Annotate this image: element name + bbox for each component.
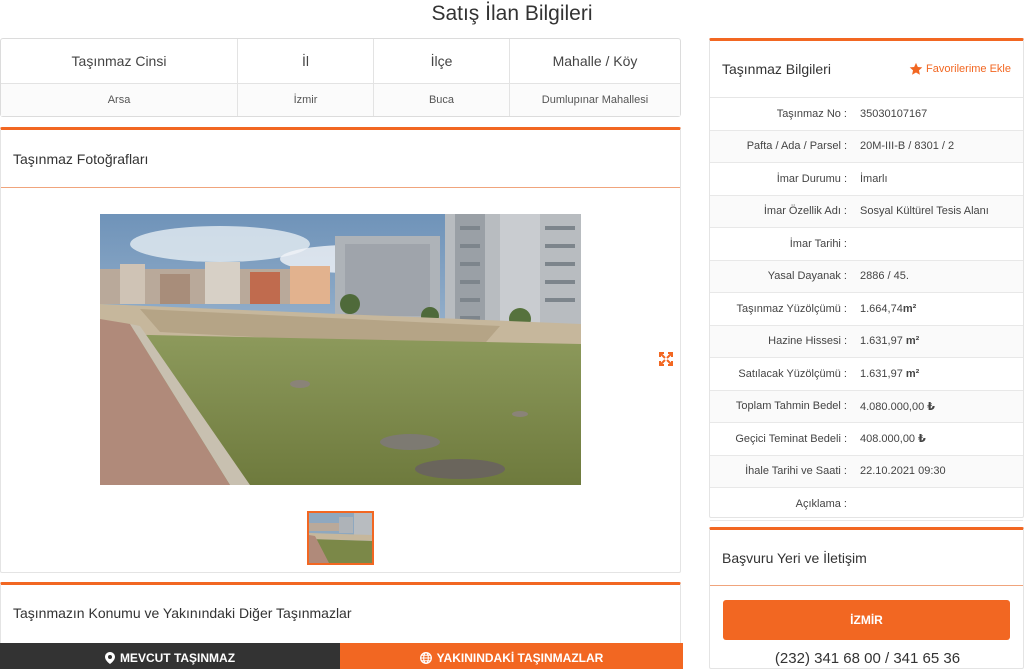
info-value: 1.631,97 m² (860, 335, 1023, 347)
info-value-text: 22.10.2021 09:30 (860, 465, 946, 478)
info-value-text: 4.080.000,00 (860, 400, 928, 413)
info-value: 22.10.2021 09:30 (860, 465, 1023, 477)
info-row: İmar Durumu : İmarlı (710, 163, 1023, 196)
info-value-unit: m² (902, 302, 917, 315)
expand-icon[interactable] (659, 352, 673, 366)
cell-property-type: Arsa (1, 84, 238, 116)
header-district: İlçe (374, 39, 510, 83)
location-title: Taşınmazın Konumu ve Yakınındaki Diğer T… (13, 605, 352, 621)
photos-card: Taşınmaz Fotoğrafları (0, 127, 681, 573)
info-value-text: İmarlı (860, 172, 888, 185)
header-province: İl (238, 39, 374, 83)
property-info-card: Taşınmaz Bilgileri Favorilerime Ekle Taş… (709, 38, 1024, 521)
info-header: Taşınmaz Bilgileri Favorilerime Ekle (710, 41, 1023, 98)
info-value: 20M-III-B / 8301 / 2 (860, 140, 1023, 152)
cell-district: Buca (374, 84, 510, 116)
info-key: Pafta / Ada / Parsel : (746, 140, 847, 153)
info-value-unit: ₺ (927, 400, 935, 413)
info-key: İmar Durumu : (776, 172, 847, 185)
star-icon (909, 62, 923, 75)
table-header-row: Taşınmaz Cinsi İl İlçe Mahalle / Köy (1, 39, 680, 84)
info-value: 1.631,97 m² (860, 368, 1023, 380)
info-value-unit: ₺ (918, 433, 926, 446)
header-neighborhood: Mahalle / Köy (552, 53, 638, 69)
info-row: Taşınmaz Yüzölçümü : 1.664,74m² (710, 293, 1023, 326)
info-value: 408.000,00 ₺ (860, 432, 1023, 445)
phone-number: (232) 341 68 00 / 341 65 36 (774, 650, 961, 667)
info-title: Taşınmaz Bilgileri (722, 61, 831, 77)
info-row: Hazine Hissesi : 1.631,97 m² (710, 325, 1023, 358)
info-key: İmar Özellik Adı : (763, 205, 847, 218)
info-row: Satılacak Yüzölçümü : 1.631,97 m² (710, 358, 1023, 391)
header-property-type: Taşınmaz Cinsi (1, 39, 238, 83)
info-value: 1.664,74m² (860, 303, 1023, 315)
map-pin-icon (104, 652, 115, 664)
info-value: 4.080.000,00 ₺ (860, 400, 1023, 413)
cell-province: İzmir (238, 84, 374, 116)
info-key: Açıklama : (795, 497, 847, 510)
info-key: Toplam Tahmin Bedel : (735, 400, 847, 413)
info-key: Taşınmaz No : (776, 107, 847, 120)
table-row: Arsa İzmir Buca Dumlupınar Mahallesi (1, 84, 680, 116)
photo-thumbnail[interactable] (307, 511, 374, 565)
info-rows: Taşınmaz No : 35030107167 Pafta / Ada / Pa… (710, 98, 1023, 521)
city-button[interactable]: İZMİR (723, 600, 1010, 640)
info-value-text: 35030107167 (860, 107, 928, 120)
info-value: 35030107167 (860, 108, 1023, 120)
page-title: Satış İlan Bilgileri (431, 2, 593, 25)
info-key: Satılacak Yüzölçümü : (738, 367, 847, 380)
info-value-unit: m² (905, 335, 920, 348)
info-row: Pafta / Ada / Parsel : 20M-III-B / 8301 /… (710, 130, 1023, 163)
info-row: Geçici Teminat Bedeli : 408.000,00 ₺ (710, 423, 1023, 456)
info-row: Açıklama : (710, 488, 1023, 521)
favorite-label: Favorilerime Ekle (926, 63, 1011, 75)
cell-neighborhood: Dumlupınar Mahallesi (541, 94, 649, 106)
thumbnail-image (309, 513, 372, 563)
photos-title: Taşınmaz Fotoğrafları (1, 130, 680, 188)
property-summary-table: Taşınmaz Cinsi İl İlçe Mahalle / Köy Ars… (0, 38, 681, 117)
info-value: 2886 / 45. (860, 270, 1023, 282)
property-photo[interactable] (100, 214, 581, 485)
info-value-text: 20M-III-B / 8301 / 2 (860, 140, 955, 153)
info-row: Yasal Dayanak : 2886 / 45. (710, 260, 1023, 293)
info-value: Sosyal Kültürel Tesis Alanı (860, 205, 1023, 217)
property-photo-image (100, 214, 581, 485)
info-row: Taşınmaz No : 35030107167 (710, 98, 1023, 131)
info-row: İmar Özellik Adı : Sosyal Kültürel Tesis … (710, 195, 1023, 228)
info-value-text: 2886 / 45. (860, 270, 909, 283)
info-row: İmar Tarihi : (710, 228, 1023, 261)
info-value: İmarlı (860, 173, 1023, 185)
info-key: Hazine Hissesi : (768, 335, 847, 348)
info-key: İmar Tarihi : (789, 237, 847, 250)
nearby-properties-button[interactable]: YAKININDAKİ TAŞINMAZLAR (340, 643, 683, 669)
info-value-text: 1.664,74 (860, 302, 903, 315)
info-key: Yasal Dayanak : (767, 270, 847, 283)
info-row: İhale Tarihi ve Saati : 22.10.2021 09:30 (710, 455, 1023, 488)
current-property-label: MEVCUT TAŞINMAZ (119, 651, 236, 665)
info-value-text: 408.000,00 (860, 433, 919, 446)
contact-title: Başvuru Yeri ve İletişim (710, 530, 1023, 586)
info-key: İhale Tarihi ve Saati : (745, 465, 847, 478)
info-value-text: 1.631,97 (860, 335, 906, 348)
info-value-text: 1.631,97 (860, 367, 906, 380)
info-value-text: Sosyal Kültürel Tesis Alanı (860, 205, 989, 218)
info-value-unit: m² (905, 367, 920, 380)
add-to-favorites-button[interactable]: Favorilerime Ekle (909, 62, 1011, 76)
location-card: Taşınmazın Konumu ve Yakınındaki Diğer T… (0, 582, 683, 669)
globe-icon (419, 652, 432, 664)
current-property-button[interactable]: MEVCUT TAŞINMAZ (0, 643, 340, 669)
contact-card: Başvuru Yeri ve İletişim İZMİR (232) 341… (709, 527, 1024, 669)
info-key: Taşınmaz Yüzölçümü : (736, 302, 847, 315)
info-key: Geçici Teminat Bedeli : (735, 432, 847, 445)
nearby-properties-label: YAKININDAKİ TAŞINMAZLAR (436, 651, 604, 665)
info-row: Toplam Tahmin Bedel : 4.080.000,00 ₺ (710, 390, 1023, 423)
